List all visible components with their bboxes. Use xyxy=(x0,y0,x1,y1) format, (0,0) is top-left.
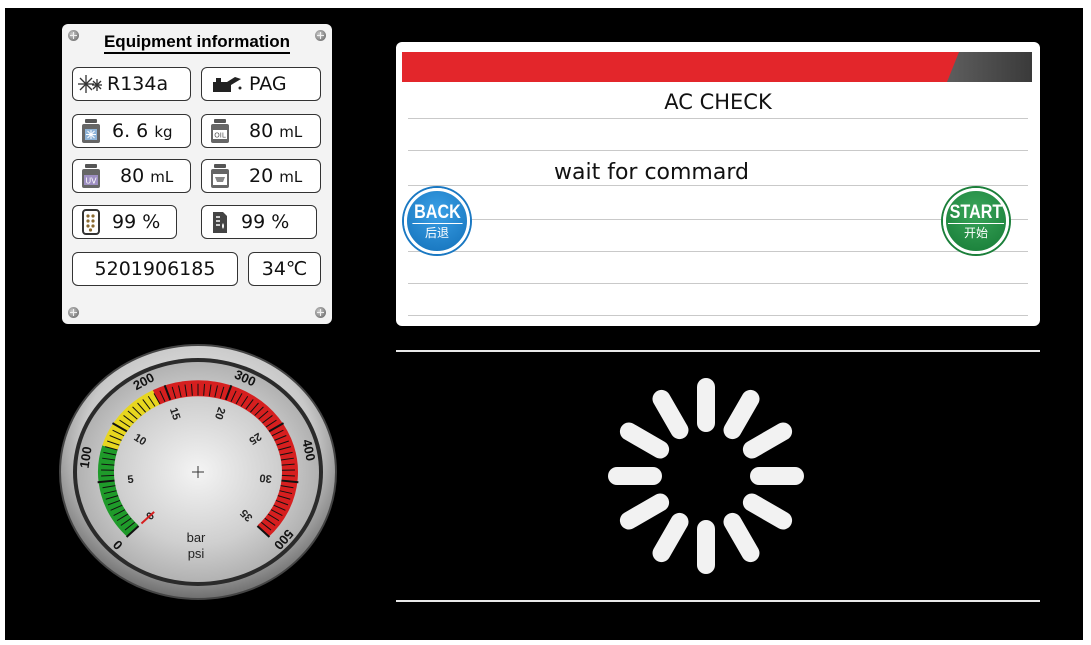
tank-icon xyxy=(207,210,233,234)
svg-text:UV: UV xyxy=(85,177,97,186)
panel-header-bar xyxy=(402,52,1032,82)
refrigerant-amount-cell: 6. 6 kg xyxy=(72,114,191,148)
command-panel: AC CHECK wait for commard BACK 后退 START … xyxy=(396,42,1040,326)
divider xyxy=(408,118,1028,119)
spinner-spoke xyxy=(652,512,689,563)
serial-number-cell: 5201906185 xyxy=(72,252,238,286)
back-button[interactable]: BACK 后退 xyxy=(404,188,470,254)
gauge-unit-bar: bar xyxy=(187,530,206,545)
waste-oil-cell: 20 mL xyxy=(201,159,321,193)
spinner-spoke xyxy=(742,493,793,530)
oil-bottle-icon: OIL xyxy=(207,119,233,143)
spinner-spoke xyxy=(750,467,804,485)
panel-title: AC CHECK xyxy=(664,90,772,114)
spinner-spoke xyxy=(697,378,715,432)
gauge-tick xyxy=(101,474,115,477)
screw-icon xyxy=(315,307,326,318)
spinner-spoke xyxy=(608,467,662,485)
spinner-spoke xyxy=(723,512,760,563)
spinner-spoke xyxy=(742,422,793,459)
oil-amount-cell: OIL 80 mL xyxy=(201,114,321,148)
divider xyxy=(408,150,1028,151)
divider xyxy=(408,315,1028,316)
gauge-unit-psi: psi xyxy=(188,546,205,561)
spinner-spoke xyxy=(619,422,670,459)
temperature-cell: 34℃ xyxy=(248,252,321,286)
separator-line xyxy=(396,350,1040,352)
tank-level-cell: 99 % xyxy=(201,205,317,239)
gauge-psi-label: 100 xyxy=(77,445,95,469)
snowflake-icon xyxy=(78,72,104,96)
spinner-spoke xyxy=(723,389,760,440)
spinner-spoke xyxy=(697,520,715,574)
oil-type-cell: PAG xyxy=(201,67,321,101)
divider xyxy=(408,251,1028,252)
spinner-spoke xyxy=(652,389,689,440)
equipment-title: Equipment information xyxy=(62,32,332,54)
loading-spinner-icon xyxy=(608,378,804,574)
uv-bottle-icon: UV xyxy=(78,164,104,188)
refrigerant-bottle-icon xyxy=(78,119,104,143)
pressure-gauge: 051015202530350100200300400500 bar psi xyxy=(59,344,337,600)
divider xyxy=(408,219,1028,220)
gauge-bar-label: 30 xyxy=(259,471,273,484)
status-message: wait for commard xyxy=(554,160,749,185)
divider xyxy=(408,283,1028,284)
start-button[interactable]: START 开始 xyxy=(943,188,1009,254)
screw-icon xyxy=(68,307,79,318)
filter-icon xyxy=(78,209,104,235)
uv-dye-cell: UV 80 mL xyxy=(72,159,191,193)
filter-level-cell: 99 % xyxy=(72,205,177,239)
divider xyxy=(408,185,1028,186)
oil-can-icon xyxy=(207,72,243,96)
waste-oil-bottle-icon xyxy=(207,164,233,188)
spinner-spoke xyxy=(619,493,670,530)
svg-text:OIL: OIL xyxy=(214,132,226,140)
refrigerant-type-cell: R134a xyxy=(72,67,191,101)
gauge-tick xyxy=(281,474,295,477)
separator-line xyxy=(396,600,1040,602)
equipment-info-card: Equipment information R134a PAG 6. 6 kg … xyxy=(62,24,332,324)
